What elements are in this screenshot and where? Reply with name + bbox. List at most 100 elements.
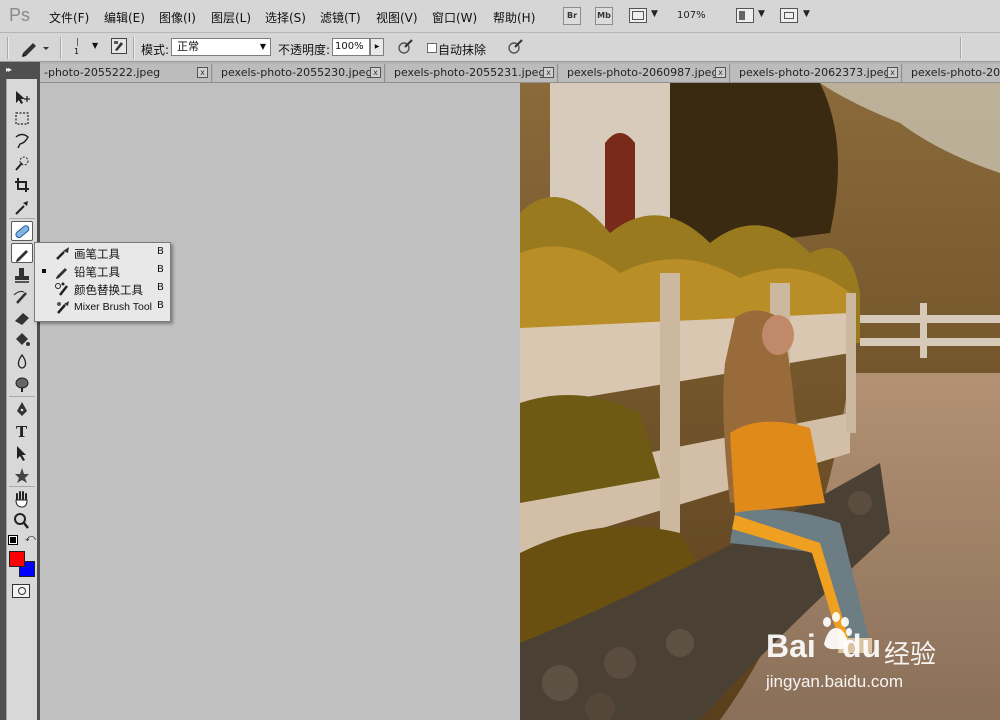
document-tab[interactable]: pexels-photo-2055231.jpeg x	[386, 64, 558, 82]
close-icon[interactable]: x	[715, 67, 726, 78]
menu-view[interactable]: 视图(V)	[376, 9, 418, 26]
brush-panel-button[interactable]	[111, 38, 127, 54]
menu-select[interactable]: 选择(S)	[265, 9, 306, 26]
collapse-icon[interactable]: ▸▸	[6, 65, 12, 74]
bridge-button[interactable]: Br	[563, 7, 581, 25]
quick-selection-icon	[15, 156, 29, 171]
flyout-item-label: 铅笔工具	[74, 265, 120, 279]
auto-erase-checkbox[interactable]	[427, 43, 437, 53]
pressure-size-button[interactable]	[506, 38, 524, 56]
flyout-item-mixer-brush[interactable]: Mixer Brush Tool B	[35, 298, 170, 316]
chevron-down-icon: ▼	[803, 9, 810, 19]
close-icon[interactable]: x	[370, 67, 381, 78]
document-tab[interactable]: pexels-photo-2060987.jpeg x	[559, 64, 730, 82]
flyout-item-pencil[interactable]: 铅笔工具 B	[35, 262, 170, 280]
tab-label: pexels-photo-2062847.jpeg	[911, 66, 1000, 79]
hand-tool[interactable]	[11, 489, 33, 509]
close-icon[interactable]: x	[543, 67, 554, 78]
view-extras-button[interactable]	[629, 8, 647, 23]
type-tool[interactable]: T	[11, 421, 33, 441]
minibridge-button[interactable]: Mb	[595, 7, 613, 25]
crop-tool[interactable]	[11, 175, 33, 195]
document-tab[interactable]: pexels-photo-2062373.jpeg x	[731, 64, 902, 82]
watermark-suffix: 经验	[884, 640, 937, 670]
pencil-icon	[22, 43, 49, 57]
paint-bucket-tool[interactable]	[11, 330, 33, 350]
eraser-icon	[15, 313, 29, 325]
eyedropper-tool[interactable]	[11, 197, 33, 217]
document-tab[interactable]: pexels-photo-2062847.jpeg	[903, 64, 1000, 82]
menu-filter[interactable]: 滤镜(T)	[320, 9, 361, 26]
flyout-item-brush[interactable]: 画笔工具 B	[35, 244, 170, 262]
tab-label: pexels-photo-2055231.jpeg	[394, 66, 546, 79]
flyout-item-color-replacement[interactable]: 颜色替换工具 B	[35, 280, 170, 298]
pen-icon	[17, 402, 27, 416]
divider	[9, 218, 35, 219]
custom-shape-tool[interactable]	[11, 465, 33, 485]
dodge-icon	[15, 377, 29, 392]
baidu-jingyan-watermark: Bai du 经验 jingyan.baidu.com	[766, 612, 991, 702]
pencil-tool[interactable]	[11, 243, 33, 263]
menu-file[interactable]: 文件(F)	[49, 9, 89, 26]
close-icon[interactable]: x	[197, 67, 208, 78]
opacity-slider-toggle[interactable]: ▶	[370, 38, 384, 56]
brush-size: 1	[74, 47, 80, 56]
screen-mode-icon	[784, 12, 794, 19]
path-selection-icon	[17, 446, 26, 461]
tool-preset-picker[interactable]	[18, 38, 54, 58]
arrange-documents-button[interactable]	[736, 8, 754, 23]
menu-layer[interactable]: 图层(L)	[211, 9, 251, 26]
mixer-brush-icon	[57, 301, 69, 314]
mode-select[interactable]: 正常 ▼	[171, 38, 271, 56]
blur-tool[interactable]	[11, 352, 33, 372]
menu-help[interactable]: 帮助(H)	[493, 9, 535, 26]
flyout-item-label: Mixer Brush Tool	[74, 301, 153, 313]
photoshop-logo: Ps	[9, 5, 31, 25]
brush-preset-picker[interactable]: 1 ▼	[70, 37, 102, 59]
path-selection-tool[interactable]	[11, 443, 33, 463]
default-colors-icon[interactable]	[8, 535, 18, 545]
swap-colors-icon[interactable]: ⤺	[25, 533, 36, 544]
tab-label: pexels-photo-2062373.jpeg	[739, 66, 891, 79]
tab-label: -photo-2055222.jpeg	[44, 66, 161, 79]
lasso-tool[interactable]	[11, 131, 33, 151]
menu-edit[interactable]: 编辑(E)	[104, 9, 145, 26]
document-tab[interactable]: pexels-photo-2055230.jpeg x	[213, 64, 385, 82]
opacity-input[interactable]: 100%	[332, 38, 370, 56]
menu-window[interactable]: 窗口(W)	[432, 9, 477, 26]
document-tab[interactable]: -photo-2055222.jpeg x	[40, 64, 212, 82]
zoom-level[interactable]: 107%	[677, 10, 706, 21]
mode-value: 正常	[177, 40, 199, 53]
divider	[7, 37, 8, 59]
magnifier-icon	[14, 513, 29, 529]
quick-selection-tool[interactable]	[11, 153, 33, 173]
history-brush-tool[interactable]	[11, 287, 33, 307]
eraser-tool[interactable]	[11, 308, 33, 328]
pressure-opacity-button[interactable]	[396, 38, 414, 56]
options-bar: 1 ▼ 模式: 正常 ▼ 不透明度: 100% ▶ 自动抹除	[0, 33, 1000, 62]
quick-mask-button[interactable]	[12, 584, 30, 598]
marquee-tool[interactable]	[11, 109, 33, 129]
watermark-brand: Bai	[766, 628, 816, 664]
shortcut-key: B	[157, 264, 164, 275]
pen-tool[interactable]	[11, 399, 33, 419]
tab-label: pexels-photo-2055230.jpeg	[221, 66, 373, 79]
chevron-down-icon: ▼	[259, 42, 266, 51]
foreground-color-swatch[interactable]	[9, 551, 25, 567]
divider	[9, 486, 35, 487]
move-tool[interactable]	[11, 88, 33, 108]
menu-image[interactable]: 图像(I)	[159, 9, 196, 26]
dodge-tool[interactable]	[11, 374, 33, 394]
divider	[133, 37, 134, 59]
close-icon[interactable]: x	[887, 67, 898, 78]
bandage-icon	[15, 225, 30, 239]
move-icon	[16, 91, 30, 104]
clone-stamp-tool[interactable]	[11, 265, 33, 285]
zoom-tool[interactable]	[11, 511, 33, 531]
opacity-label: 不透明度:	[278, 43, 331, 57]
chevron-down-icon: ▼	[758, 9, 765, 19]
brush-tool-flyout: 画笔工具 B 铅笔工具 B 颜色替换工具 B Mixer Brush Tool …	[34, 242, 171, 322]
healing-brush-tool[interactable]	[11, 221, 33, 241]
screen-mode-button[interactable]	[780, 8, 798, 23]
divider	[60, 37, 61, 59]
